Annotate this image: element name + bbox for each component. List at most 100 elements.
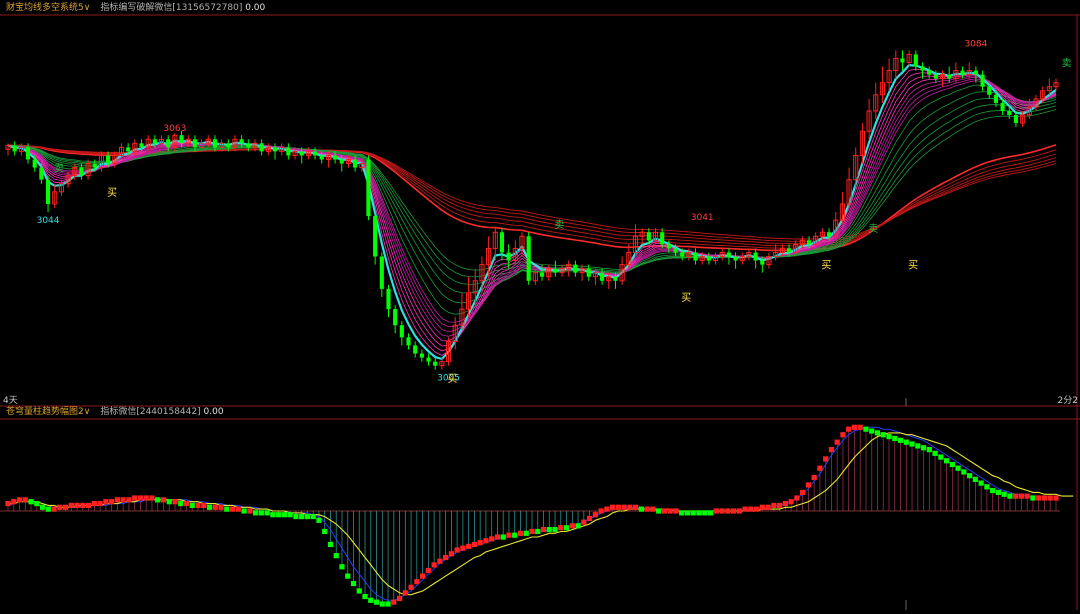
trend-square: [984, 484, 990, 490]
candle-body: [1007, 110, 1012, 116]
candle-body: [419, 353, 424, 358]
trend-square: [218, 504, 224, 510]
trend-square: [16, 497, 23, 503]
candle-body: [299, 151, 304, 156]
candle-body: [192, 139, 197, 148]
candle-body: [32, 159, 37, 168]
candle-body: [179, 135, 184, 144]
trend-square: [673, 508, 679, 514]
trend-square: [356, 588, 362, 594]
top-indicator-modifier: 指标编写破解微信[13156572780]: [100, 3, 243, 13]
trend-square: [949, 461, 955, 468]
candle-body: [993, 94, 998, 103]
sell-signal: 卖: [554, 219, 564, 231]
trend-square: [379, 601, 385, 607]
trend-square: [178, 500, 184, 507]
candle-body: [920, 66, 925, 71]
trend-square: [558, 525, 564, 531]
trend-square: [477, 540, 483, 546]
ma-magenta-line: [7, 75, 1057, 337]
trend-square: [126, 497, 132, 503]
chevron-down-icon[interactable]: ∨: [84, 3, 91, 13]
bottom-indicator-name[interactable]: 苍穹量柱趋势幅图2: [6, 407, 84, 417]
candle-body: [212, 139, 217, 148]
trend-square: [782, 500, 788, 507]
trend-square: [195, 502, 201, 509]
trend-square: [702, 510, 708, 516]
sell-signal: 卖: [54, 163, 64, 175]
trend-square: [368, 597, 374, 603]
chevron-down-icon[interactable]: ∨: [84, 407, 91, 417]
trend-square: [627, 504, 633, 510]
trend-square: [91, 500, 97, 507]
trend-square: [22, 497, 28, 503]
trend-square: [650, 506, 656, 512]
candle-body: [760, 260, 765, 265]
trend-square: [443, 554, 449, 561]
trend-square: [684, 510, 691, 516]
trend-square: [592, 512, 598, 518]
trend-square: [661, 508, 668, 514]
trend-square: [408, 584, 414, 590]
trend-square: [972, 476, 978, 482]
trend-square: [552, 527, 558, 533]
candle-body: [786, 248, 792, 253]
trend-square: [621, 504, 627, 510]
trend-square: [391, 599, 397, 605]
trend-square: [1018, 493, 1025, 499]
trend-square: [114, 497, 121, 503]
candle-body: [927, 70, 932, 75]
trend-square: [235, 506, 241, 512]
buy-signal: 买: [107, 187, 117, 199]
trend-square: [132, 495, 138, 501]
trend-square: [362, 593, 368, 600]
trend-square: [777, 502, 783, 509]
ma-magenta-line: [7, 73, 1057, 347]
trend-square: [97, 500, 103, 507]
candle-body: [600, 272, 605, 281]
trend-square: [120, 497, 126, 503]
trend-square: [86, 502, 92, 509]
trend-square: [1036, 495, 1042, 501]
price-label: 3063: [163, 124, 186, 134]
trend-square: [926, 447, 932, 453]
trend-square: [794, 495, 800, 501]
trend-square: [713, 508, 719, 514]
trend-square: [874, 430, 881, 436]
candle-body: [573, 264, 578, 273]
buy-signal: 买: [681, 292, 691, 304]
trend-square: [955, 465, 961, 471]
trend-square: [5, 500, 11, 507]
trend-square: [373, 599, 380, 605]
candle-body: [39, 167, 44, 180]
trend-square: [1007, 493, 1013, 499]
candle-body: [386, 288, 391, 310]
trend-square: [563, 525, 570, 531]
trend-square: [189, 502, 195, 509]
trend-square: [241, 508, 247, 514]
candle-body: [399, 325, 404, 338]
trend-square: [880, 432, 886, 438]
trend-square: [264, 510, 270, 516]
top-indicator-name[interactable]: 财宝均线多空系统5: [6, 3, 84, 13]
trend-square: [80, 502, 86, 509]
trend-square: [229, 506, 236, 512]
trend-square: [471, 541, 478, 548]
trend-square: [990, 487, 996, 494]
trend-square: [869, 428, 875, 434]
candle-body: [933, 74, 938, 79]
candle-body: [426, 357, 431, 362]
candle-body: [973, 70, 978, 75]
trend-square: [995, 489, 1002, 495]
trend-square: [143, 495, 149, 501]
candle-body: [913, 54, 918, 67]
trend-square: [489, 536, 495, 542]
trend-square: [759, 504, 765, 510]
trend-square: [1024, 493, 1030, 499]
candle-body: [139, 143, 144, 148]
trend-square: [938, 454, 944, 460]
trend-square: [1047, 495, 1053, 501]
buy-signal: 买: [908, 260, 918, 272]
trend-square: [431, 562, 437, 568]
candle-body: [980, 74, 985, 87]
